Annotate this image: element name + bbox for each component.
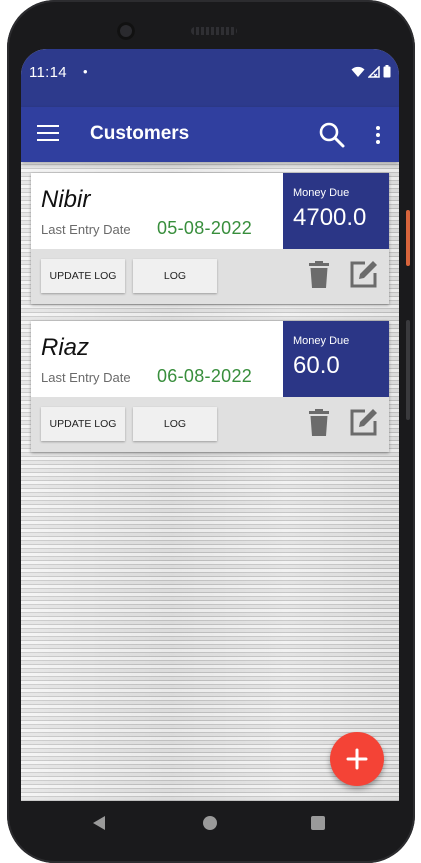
- status-icons: [351, 65, 391, 78]
- power-button: [406, 210, 410, 266]
- battery-icon: [383, 65, 391, 78]
- nav-recents-icon[interactable]: [311, 816, 325, 830]
- last-entry-date: 06-08-2022: [157, 366, 253, 386]
- system-nav-bar: [21, 801, 399, 846]
- edit-icon[interactable]: [349, 259, 379, 289]
- signal-icon: [368, 65, 380, 78]
- more-vert-icon[interactable]: [367, 122, 389, 148]
- volume-button: [406, 320, 410, 420]
- customer-info: Riaz Last Entry Date 06-08-2022: [31, 321, 283, 397]
- add-icon: [346, 748, 368, 770]
- app-bar: Customers: [21, 107, 399, 162]
- last-entry-label: Last Entry Date: [41, 222, 131, 237]
- money-due-box: Money Due 4700.0: [283, 173, 389, 249]
- delete-icon[interactable]: [307, 409, 331, 437]
- edit-icon[interactable]: [349, 407, 379, 437]
- status-bar: 11:14 •: [21, 49, 399, 107]
- page-title: Customers: [90, 123, 190, 144]
- money-due-box: Money Due 60.0: [283, 321, 389, 397]
- money-due-label: Money Due: [293, 335, 350, 347]
- money-due-value: 4700.0: [293, 204, 367, 231]
- last-entry-date: 05-08-2022: [157, 218, 253, 238]
- customer-name: Nibir: [41, 186, 91, 213]
- menu-icon[interactable]: [37, 125, 59, 143]
- front-camera: [117, 22, 135, 40]
- notification-dot: •: [83, 64, 88, 79]
- update-log-button[interactable]: UPDATE LOG: [41, 407, 125, 441]
- money-due-label: Money Due: [293, 187, 350, 199]
- customer-card[interactable]: Riaz Last Entry Date 06-08-2022 Money Du…: [31, 321, 389, 452]
- log-button[interactable]: LOG: [133, 259, 217, 293]
- add-customer-button[interactable]: [330, 732, 384, 786]
- update-log-button[interactable]: UPDATE LOG: [41, 259, 125, 293]
- money-due-value: 60.0: [293, 352, 340, 379]
- delete-icon[interactable]: [307, 261, 331, 289]
- customer-name: Riaz: [41, 334, 90, 361]
- last-entry-label: Last Entry Date: [41, 370, 131, 385]
- wifi-icon: [351, 66, 365, 77]
- nav-home-icon[interactable]: [203, 816, 217, 830]
- search-icon[interactable]: [318, 121, 346, 149]
- customer-card[interactable]: Nibir Last Entry Date 05-08-2022 Money D…: [31, 173, 389, 304]
- customer-info: Nibir Last Entry Date 05-08-2022: [31, 173, 283, 249]
- app-screen: 11:14 • Customers Nibir Last Entry Date …: [21, 49, 399, 801]
- earpiece-speaker: [191, 27, 237, 35]
- nav-back-icon[interactable]: [93, 816, 105, 830]
- status-time: 11:14: [29, 64, 67, 81]
- log-button[interactable]: LOG: [133, 407, 217, 441]
